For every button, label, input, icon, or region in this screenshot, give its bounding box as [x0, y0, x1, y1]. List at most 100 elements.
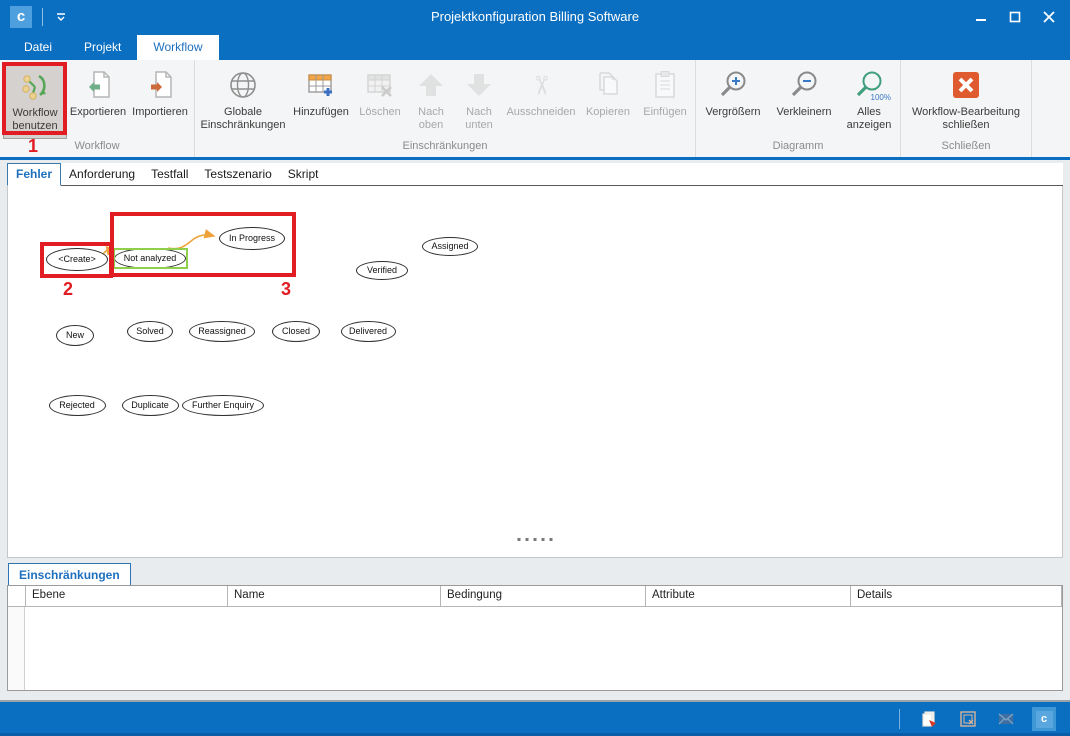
importieren-button[interactable]: Importieren: [129, 63, 191, 139]
hinzufuegen-button[interactable]: Hinzufügen: [290, 63, 352, 139]
verkleinern-button[interactable]: Verkleinern: [769, 63, 839, 139]
doc-tabs: Fehler Anforderung Testfall Testszenario Skr…: [7, 163, 1063, 186]
close-red-icon: [950, 67, 982, 103]
nach-oben-button[interactable]: Nach oben: [408, 63, 454, 139]
alles-anzeigen-button[interactable]: 100% Alles anzeigen: [841, 63, 897, 139]
ribbon-group-schliessen: Workflow-Bearbeitung schließen Schließen: [901, 60, 1032, 157]
minimize-button[interactable]: [966, 5, 996, 29]
app-tray-logo: c: [1035, 710, 1053, 728]
doc-tab-testfall[interactable]: Testfall: [143, 164, 196, 185]
doc-tab-testszenario[interactable]: Testszenario: [196, 164, 279, 185]
doc-tab-fehler[interactable]: Fehler: [7, 163, 62, 186]
workflow-node[interactable]: Closed: [272, 320, 320, 342]
workflow-node[interactable]: Assigned: [422, 236, 478, 256]
workflow-bearbeitung-schliessen-button[interactable]: Workflow-Bearbeitung schließen: [904, 63, 1028, 139]
menu-tab-workflow[interactable]: Workflow: [137, 35, 219, 60]
loeschen-button[interactable]: Löschen: [354, 63, 406, 139]
loeschen-label: Löschen: [359, 106, 401, 118]
workflow-node[interactable]: Further Enquiry: [182, 394, 264, 416]
row-header-strip: [8, 607, 25, 690]
constraints-table: Ebene Name Bedingung Attribute Details: [7, 585, 1063, 691]
column-header-ebene[interactable]: Ebene: [26, 586, 228, 606]
nach-unten-label: Nach unten: [465, 106, 493, 131]
table-add-icon: [305, 67, 337, 103]
menu-tab-datei[interactable]: Datei: [8, 35, 68, 60]
workflow-node[interactable]: New: [56, 324, 94, 346]
globe-icon: [227, 67, 259, 103]
titlebar-separator: [42, 7, 43, 26]
report-pages-icon[interactable]: [918, 707, 942, 731]
workflow-node[interactable]: In Progress: [219, 226, 285, 250]
zoom-in-icon: [717, 67, 749, 103]
workflow-benutzen-button[interactable]: Workflow benutzen: [3, 63, 67, 139]
workflow-bearbeitung-schliessen-label: Workflow-Bearbeitung schließen: [911, 106, 1020, 131]
group-label-schliessen: Schließen: [941, 140, 991, 152]
constraints-table-body[interactable]: [8, 607, 1062, 690]
window-title: Projektkonfiguration Billing Software: [430, 9, 640, 24]
statusbar-separator: [899, 709, 900, 729]
scissors-icon: ✂: [526, 74, 557, 96]
paste-icon: [649, 67, 681, 103]
workflow-node[interactable]: Duplicate: [121, 394, 179, 416]
app-window: c Projektkonfiguration Billing Software …: [0, 0, 1070, 736]
workflow-canvas[interactable]: <Create> Not analyzed In Progress Assigned V…: [7, 186, 1063, 558]
zoom-percent-badge: 100%: [870, 93, 891, 102]
app-tray-icon[interactable]: c: [1032, 707, 1056, 731]
exportieren-button[interactable]: Exportieren: [69, 63, 127, 139]
ribbon: Workflow benutzen Exportieren Importiere…: [0, 60, 1070, 157]
group-label-diagramm: Diagramm: [772, 140, 824, 152]
ribbon-group-workflow: Workflow benutzen Exportieren Importiere…: [0, 60, 195, 157]
doc-tab-skript[interactable]: Skript: [280, 164, 327, 185]
mail-icon[interactable]: [994, 707, 1018, 731]
zoom-fit-icon: 100%: [853, 67, 891, 103]
workflow-node[interactable]: Not analyzed: [114, 247, 186, 269]
app-logo-icon[interactable]: c: [10, 5, 32, 28]
nach-unten-button[interactable]: Nach unten: [456, 63, 502, 139]
client-area: Fehler Anforderung Testfall Testszenario Skr…: [0, 160, 1070, 700]
ribbon-group-einschraenkungen: Globale Einschränkungen Hinzufügen Lösch…: [195, 60, 696, 157]
constraints-table-header: Ebene Name Bedingung Attribute Details: [8, 586, 1062, 607]
workflow-node[interactable]: <Create>: [46, 247, 108, 271]
column-header-name[interactable]: Name: [228, 586, 441, 606]
exportieren-label: Exportieren: [69, 106, 127, 118]
workflow-node[interactable]: Delivered: [340, 320, 396, 342]
verkleinern-label: Verkleinern: [776, 106, 832, 118]
kopieren-button[interactable]: Kopieren: [580, 63, 636, 139]
workflow-node[interactable]: Reassigned: [189, 320, 255, 342]
globale-einschraenkungen-button[interactable]: Globale Einschränkungen: [198, 63, 288, 139]
globale-einschraenkungen-label: Globale Einschränkungen: [200, 106, 286, 131]
export-icon: [82, 67, 114, 103]
workflow-node[interactable]: Rejected: [48, 394, 106, 416]
ausschneiden-button[interactable]: ✂ Ausschneiden: [504, 63, 578, 139]
workflow-node[interactable]: Verified: [356, 260, 408, 280]
workflow-edges: [102, 229, 216, 256]
nach-oben-label: Nach oben: [418, 106, 444, 131]
close-button[interactable]: [1034, 5, 1064, 29]
table-delete-icon: [364, 67, 396, 103]
einfuegen-button[interactable]: Einfügen: [638, 63, 692, 139]
column-header-selector[interactable]: [8, 586, 26, 606]
tab-einschraenkungen[interactable]: Einschränkungen: [8, 563, 131, 585]
vergroessern-button[interactable]: Vergrößern: [699, 63, 767, 139]
group-label-einschraenkungen: Einschränkungen: [402, 140, 488, 152]
status-bar: c: [0, 700, 1070, 736]
column-header-bedingung[interactable]: Bedingung: [441, 586, 646, 606]
column-header-attribute[interactable]: Attribute: [646, 586, 851, 606]
title-bar: c Projektkonfiguration Billing Software: [0, 0, 1070, 33]
alles-anzeigen-label: Alles anzeigen: [846, 106, 892, 131]
zoom-out-icon: [788, 67, 820, 103]
vergroessern-label: Vergrößern: [705, 106, 761, 118]
maximize-button[interactable]: [1000, 5, 1030, 29]
doc-tab-anforderung[interactable]: Anforderung: [61, 164, 143, 185]
grid-settings-icon[interactable]: [956, 707, 980, 731]
menu-tab-projekt[interactable]: Projekt: [68, 35, 137, 60]
workflow-node[interactable]: Solved: [127, 320, 173, 342]
import-icon: [144, 67, 176, 103]
hinzufuegen-label: Hinzufügen: [293, 106, 349, 118]
quick-access-chevron-icon[interactable]: [53, 9, 69, 25]
copy-icon: [592, 67, 624, 103]
splitter-grip[interactable]: [517, 538, 553, 541]
column-header-details[interactable]: Details: [851, 586, 1062, 606]
ausschneiden-label: Ausschneiden: [506, 106, 576, 118]
kopieren-label: Kopieren: [585, 106, 631, 118]
